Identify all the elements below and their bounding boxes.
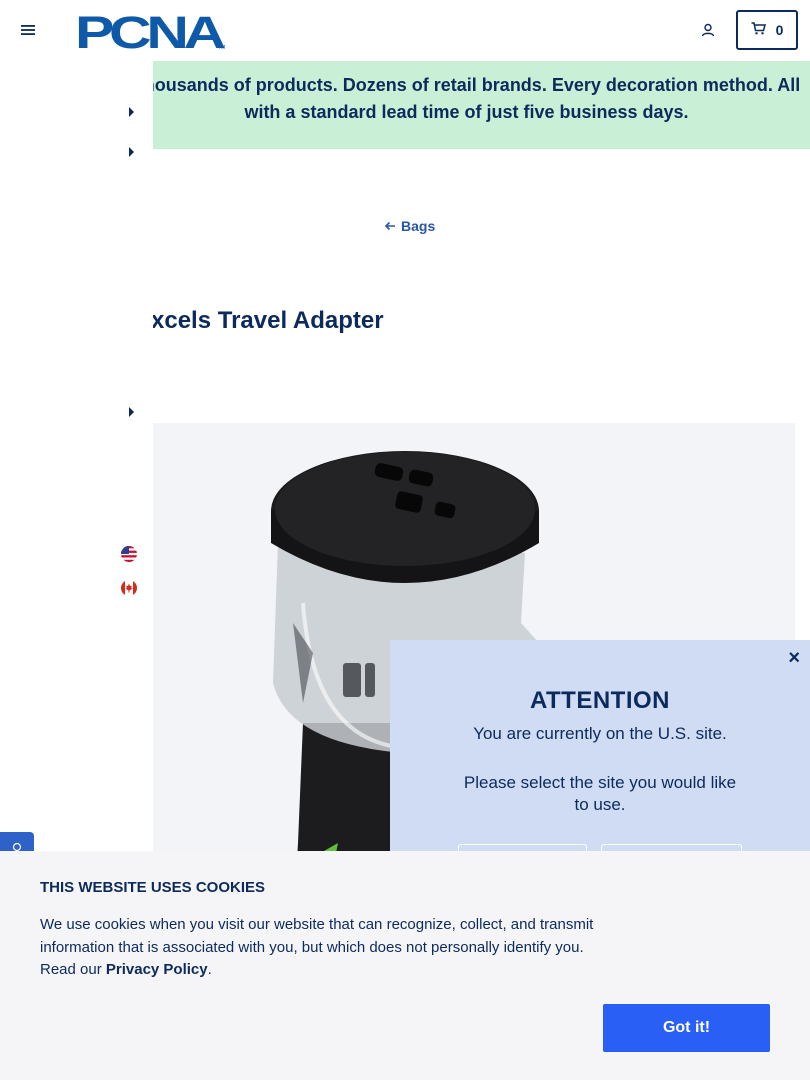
product-title: Excels Travel Adapter xyxy=(153,307,384,334)
us-flag-icon[interactable] xyxy=(121,546,137,562)
breadcrumb-label: Bags xyxy=(401,218,436,234)
modal-heading: ATTENTION xyxy=(529,687,671,714)
close-icon[interactable]: × xyxy=(788,648,800,668)
caret-right-icon[interactable] xyxy=(129,107,134,117)
promo-line-1: Thousands of products. Dozens of retail … xyxy=(153,75,801,95)
caret-right-icon[interactable] xyxy=(129,147,134,157)
account-icon[interactable] xyxy=(698,20,718,40)
cookie-banner: THIS WEBSITE USES COOKIES We use cookies… xyxy=(0,851,810,1080)
svg-text:PCNA: PCNA xyxy=(75,9,225,51)
canada-flag-icon[interactable] xyxy=(121,580,137,596)
cookie-text: We use cookies when you visit our websit… xyxy=(40,916,594,978)
hamburger-menu-icon[interactable] xyxy=(18,20,38,40)
cookie-title: THIS WEBSITE USES COOKIES xyxy=(40,879,266,896)
current-site-text: You are currently on the U.S. site. xyxy=(473,724,727,743)
arrow-left-icon xyxy=(384,218,396,234)
promo-line-2: with a standard lead time of just five b… xyxy=(244,102,689,122)
cart-button[interactable]: 0 xyxy=(736,10,798,50)
svg-text:TM: TM xyxy=(218,45,225,51)
site-select-prompt: Please select the site you would like to… xyxy=(463,773,737,814)
accept-cookies-button[interactable]: Got it! xyxy=(603,1004,770,1052)
site-select-modal: × ATTENTION You are currently on the U.S… xyxy=(390,640,810,884)
caret-right-icon[interactable] xyxy=(129,407,134,417)
cart-icon xyxy=(751,22,766,38)
pcna-logo[interactable]: PCNA TM xyxy=(75,7,230,58)
site-header: PCNA TM 0 xyxy=(0,0,810,61)
privacy-policy-link[interactable]: Privacy Policy xyxy=(106,961,208,978)
promo-banner: Thousands of products. Dozens of retail … xyxy=(153,61,810,149)
cart-count: 0 xyxy=(775,22,784,38)
breadcrumb-back-link[interactable]: Bags xyxy=(384,218,435,234)
